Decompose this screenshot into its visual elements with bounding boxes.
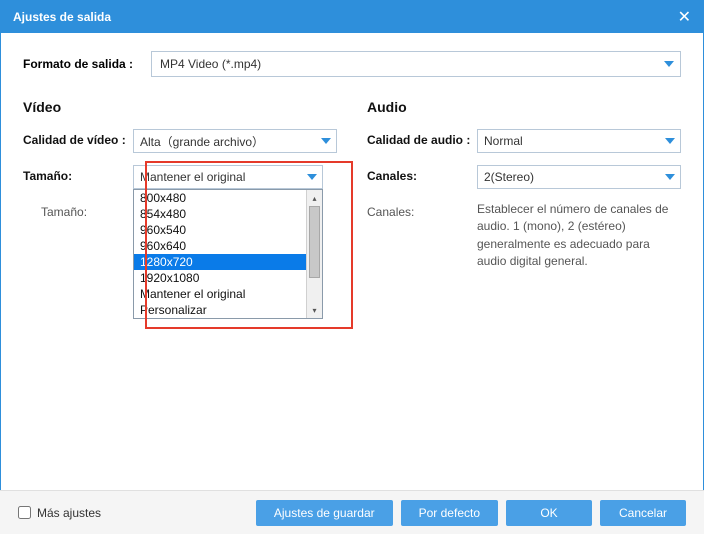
default-button[interactable]: Por defecto xyxy=(401,500,498,526)
scroll-down-icon[interactable]: ▾ xyxy=(307,302,322,318)
output-format-row: Formato de salida : MP4 Video (*.mp4) xyxy=(23,51,681,77)
video-quality-label: Calidad de vídeo : xyxy=(23,129,133,147)
size-option-960x640[interactable]: 960x640 xyxy=(134,238,322,254)
more-settings-input[interactable] xyxy=(18,506,31,519)
size-option-800x480[interactable]: 800x480 xyxy=(134,190,322,206)
audio-section: Audio Calidad de audio : Normal Canales:… xyxy=(367,99,681,283)
video-size-value: Mantener el original xyxy=(140,170,245,184)
chevron-down-icon xyxy=(321,138,331,144)
titlebar: Ajustes de salida ✕ xyxy=(1,1,703,33)
video-heading: Vídeo xyxy=(23,99,337,115)
size-option-854x480[interactable]: 854x480 xyxy=(134,206,322,222)
video-size-label: Tamaño: xyxy=(23,165,133,183)
video-quality-select[interactable]: Alta（grande archivo） xyxy=(133,129,337,153)
dialog-content: Formato de salida : MP4 Video (*.mp4) Ví… xyxy=(1,33,703,491)
scroll-thumb[interactable] xyxy=(309,206,320,278)
chevron-down-icon xyxy=(665,174,675,180)
more-settings-label: Más ajustes xyxy=(37,506,101,520)
audio-channels-select[interactable]: 2(Stereo) xyxy=(477,165,681,189)
cancel-button[interactable]: Cancelar xyxy=(600,500,686,526)
output-format-select[interactable]: MP4 Video (*.mp4) xyxy=(151,51,681,77)
video-size-dropdown: 800x480 854x480 960x540 960x640 1280x720… xyxy=(133,189,323,319)
size-option-1920x1080[interactable]: 1920x1080 xyxy=(134,270,322,286)
audio-channels-desc: Establecer el número de canales de audio… xyxy=(477,201,681,271)
dialog-footer: Más ajustes Ajustes de guardar Por defec… xyxy=(0,490,704,534)
video-size-hint-label: Tamaño: xyxy=(23,201,133,219)
chevron-down-icon xyxy=(664,61,674,67)
video-size-select[interactable]: Mantener el original xyxy=(133,165,323,189)
more-settings-checkbox[interactable]: Más ajustes xyxy=(18,506,101,520)
audio-quality-select[interactable]: Normal xyxy=(477,129,681,153)
dialog-title: Ajustes de salida xyxy=(13,10,111,24)
chevron-down-icon xyxy=(665,138,675,144)
audio-channels-value: 2(Stereo) xyxy=(484,170,534,184)
ok-button[interactable]: OK xyxy=(506,500,592,526)
close-icon[interactable]: ✕ xyxy=(678,7,691,27)
size-option-keep-original[interactable]: Mantener el original xyxy=(134,286,322,302)
audio-channels-label: Canales: xyxy=(367,165,477,183)
save-settings-button[interactable]: Ajustes de guardar xyxy=(256,500,393,526)
video-quality-value: Alta（grande archivo） xyxy=(140,133,264,150)
video-section: Vídeo Calidad de vídeo : Alta（grande arc… xyxy=(23,99,337,283)
chevron-down-icon xyxy=(307,174,317,180)
size-option-960x540[interactable]: 960x540 xyxy=(134,222,322,238)
output-format-value: MP4 Video (*.mp4) xyxy=(160,57,261,71)
scroll-up-icon[interactable]: ▴ xyxy=(307,190,322,206)
audio-channels-hint-label: Canales: xyxy=(367,201,477,219)
size-option-custom[interactable]: Personalizar xyxy=(134,302,322,318)
output-format-label: Formato de salida : xyxy=(23,57,151,71)
audio-heading: Audio xyxy=(367,99,681,115)
dropdown-scrollbar[interactable]: ▴ ▾ xyxy=(306,190,322,318)
audio-quality-value: Normal xyxy=(484,134,523,148)
audio-quality-label: Calidad de audio : xyxy=(367,129,477,147)
size-option-1280x720[interactable]: 1280x720 xyxy=(134,254,322,270)
